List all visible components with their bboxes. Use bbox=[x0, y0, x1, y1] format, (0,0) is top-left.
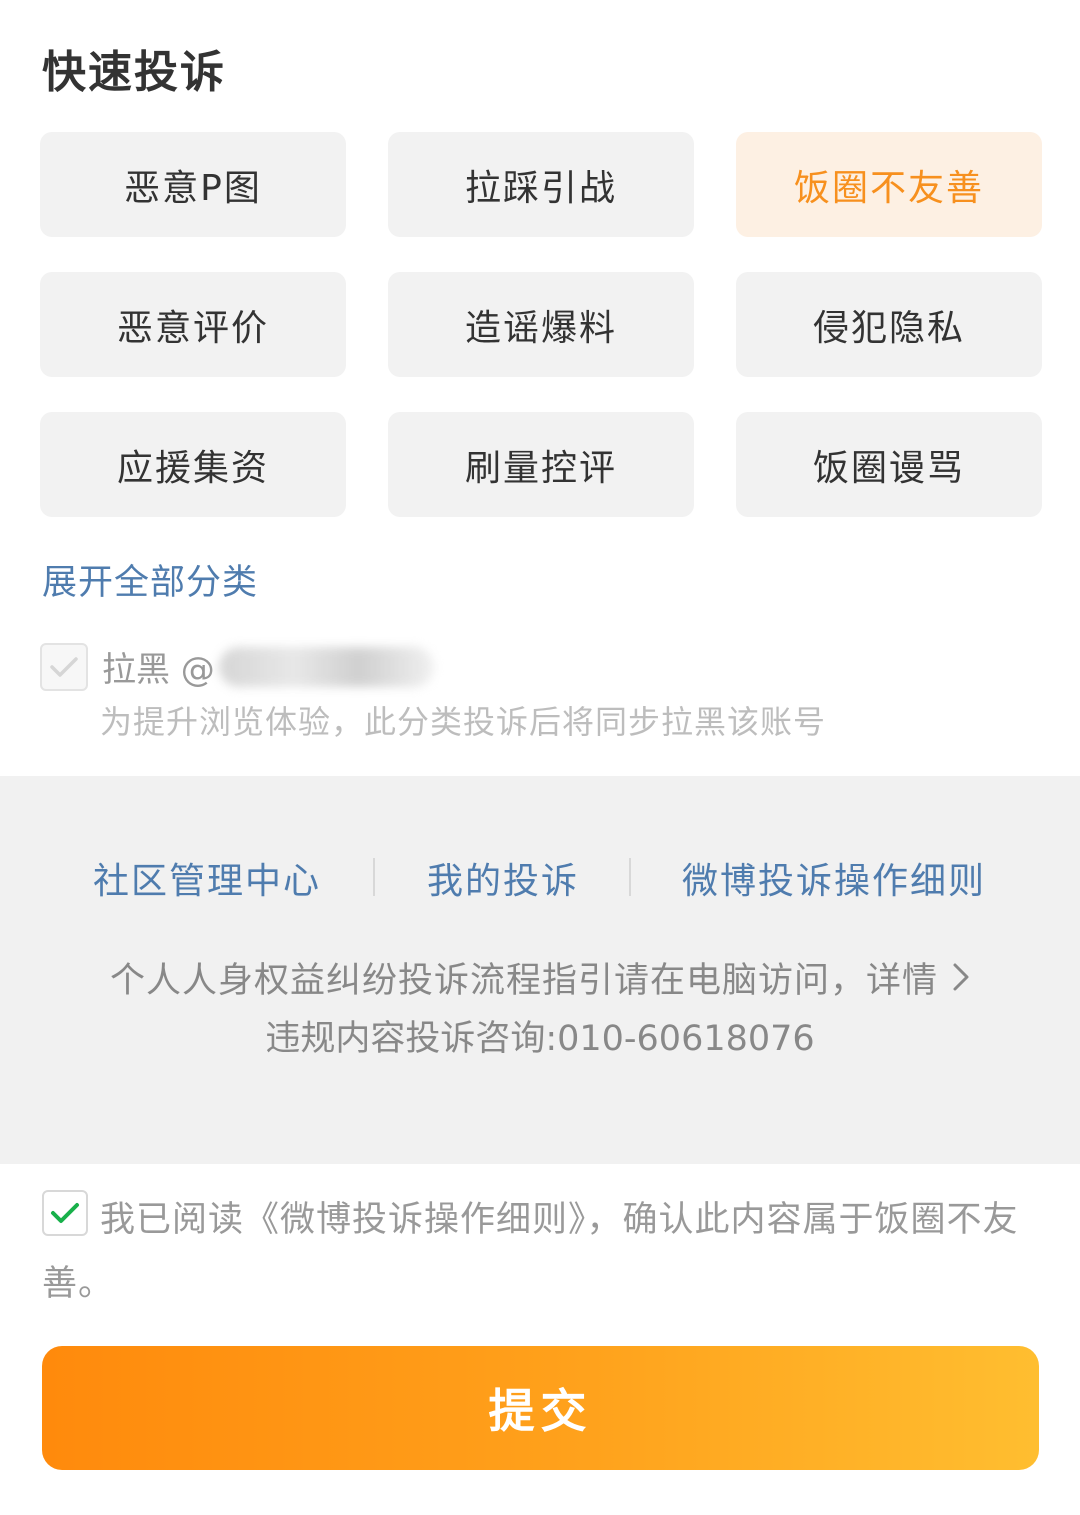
category-option[interactable]: 饭圈谩骂 bbox=[736, 412, 1042, 517]
community-center-link[interactable]: 社区管理中心 bbox=[93, 852, 321, 904]
complaint-rules-link[interactable]: 微博投诉操作细则 bbox=[682, 852, 986, 904]
category-option[interactable]: 应援集资 bbox=[40, 412, 346, 517]
expand-all-categories-link[interactable]: 展开全部分类 bbox=[42, 554, 258, 605]
block-user-row: 拉黑 @ bbox=[40, 642, 434, 691]
block-checkbox[interactable] bbox=[40, 642, 88, 691]
category-label: 拉踩引战 bbox=[464, 167, 617, 209]
check-icon bbox=[50, 656, 78, 677]
category-label: 造谣爆料 bbox=[464, 307, 617, 349]
hotline-text: 违规内容投诉咨询:010-60618076 bbox=[265, 1019, 815, 1059]
guide-link[interactable]: 个人人身权益纠纷投诉流程指引请在电脑访问，详情 bbox=[0, 952, 1080, 1003]
category-label: 侵犯隐私 bbox=[812, 307, 965, 349]
chevron-right-icon bbox=[952, 961, 970, 1001]
agreement-text: 我已阅读《微博投诉操作细则》，确认此内容属于饭圈不友善。 bbox=[42, 1200, 1019, 1304]
category-grid: 恶意P图 拉踩引战 饭圈不友善 恶意评价 造谣爆料 侵犯隐私 应援集资 刷量控评… bbox=[40, 132, 1042, 517]
category-option-selected[interactable]: 饭圈不友善 bbox=[736, 132, 1042, 237]
category-option[interactable]: 恶意评价 bbox=[40, 272, 346, 377]
divider bbox=[373, 858, 375, 896]
category-label: 恶意评价 bbox=[116, 307, 269, 349]
category-option[interactable]: 拉踩引战 bbox=[388, 132, 694, 237]
page-title: 快速投诉 bbox=[42, 47, 226, 98]
category-label: 饭圈不友善 bbox=[793, 167, 984, 209]
category-label: 刷量控评 bbox=[464, 447, 617, 489]
my-complaints-link[interactable]: 我的投诉 bbox=[427, 852, 579, 904]
block-note: 为提升浏览体验，此分类投诉后将同步拉黑该账号 bbox=[100, 703, 827, 741]
category-label: 饭圈谩骂 bbox=[812, 447, 965, 489]
guide-text: 个人人身权益纠纷投诉流程指引请在电脑访问，详情 bbox=[109, 961, 938, 1001]
agreement-checkbox[interactable] bbox=[42, 1190, 88, 1236]
category-label: 应援集资 bbox=[116, 447, 269, 489]
category-option[interactable]: 刷量控评 bbox=[388, 412, 694, 517]
category-option[interactable]: 造谣爆料 bbox=[388, 272, 694, 377]
blurred-username bbox=[218, 646, 434, 687]
check-icon bbox=[51, 1203, 79, 1223]
divider bbox=[629, 858, 631, 896]
footer-links: 社区管理中心 我的投诉 微博投诉操作细则 bbox=[0, 852, 1080, 902]
submit-button[interactable]: 提交 bbox=[42, 1346, 1039, 1470]
category-label: 恶意P图 bbox=[124, 167, 262, 209]
block-label: 拉黑 @ bbox=[102, 650, 215, 690]
category-option[interactable]: 恶意P图 bbox=[40, 132, 346, 237]
agreement-row: 我已阅读《微博投诉操作细则》，确认此内容属于饭圈不友善。 bbox=[42, 1188, 1042, 1316]
category-option[interactable]: 侵犯隐私 bbox=[736, 272, 1042, 377]
